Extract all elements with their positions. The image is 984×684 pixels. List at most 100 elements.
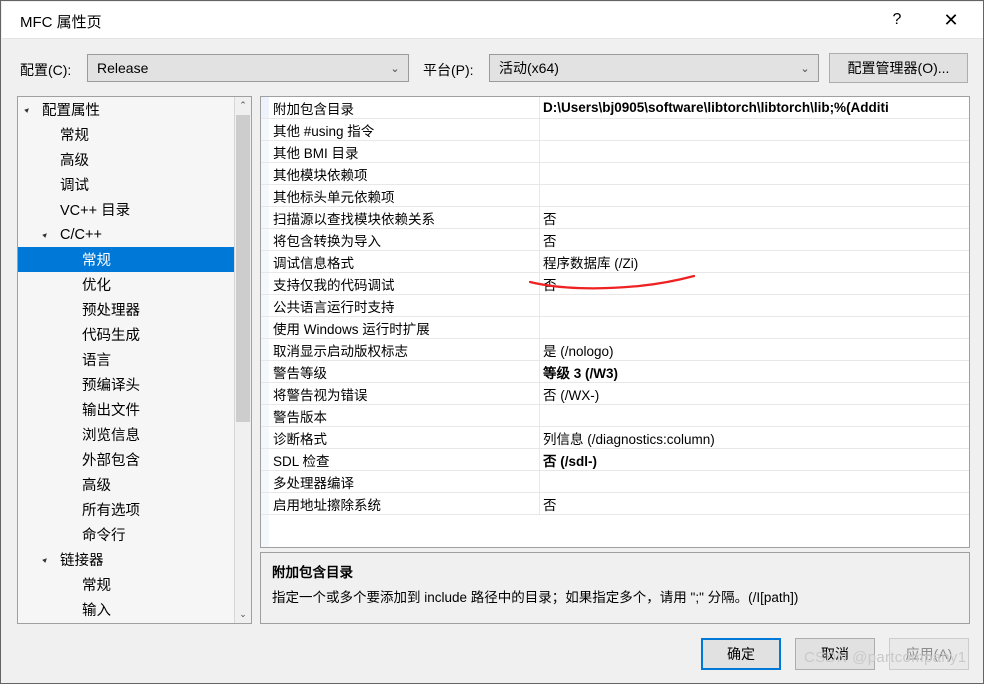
property-row[interactable]: 调试信息格式 程序数据库 (/Zi)	[261, 251, 969, 273]
property-name: 将包含转换为导入	[273, 233, 381, 249]
property-row[interactable]: 将包含转换为导入 否	[261, 229, 969, 251]
property-value[interactable]: 程序数据库 (/Zi)	[543, 252, 963, 272]
property-row[interactable]: 警告版本	[261, 405, 969, 427]
apply-button: 应用(A)	[889, 638, 969, 670]
tree-item[interactable]: 输出文件	[18, 397, 236, 422]
configuration-value: Release	[97, 60, 149, 76]
tree-item[interactable]: 常规	[18, 122, 236, 147]
property-row[interactable]: SDL 检查 否 (/sdl-)	[261, 449, 969, 471]
tree-item[interactable]: ▸ 链接器	[18, 547, 236, 572]
tree-item[interactable]: 调试	[18, 172, 236, 197]
property-value[interactable]: 等级 3 (/W3)	[543, 362, 963, 382]
tree-item[interactable]: 常规	[18, 572, 236, 597]
property-row[interactable]: 其他 BMI 目录	[261, 141, 969, 163]
configuration-select[interactable]: Release ⌄	[87, 54, 409, 82]
property-row[interactable]: 附加包含目录 D:\Users\bj0905\software\libtorch\…	[261, 97, 969, 119]
property-row[interactable]: 扫描源以查找模块依赖关系 否	[261, 207, 969, 229]
property-value[interactable]: 是 (/nologo)	[543, 340, 963, 360]
column-divider	[539, 471, 540, 492]
property-row[interactable]: 警告等级 等级 3 (/W3)	[261, 361, 969, 383]
column-divider	[539, 141, 540, 162]
cancel-button[interactable]: 取消	[795, 638, 875, 670]
tree-item[interactable]: 清单文件	[18, 622, 236, 623]
scroll-down-icon[interactable]: ⌄	[235, 606, 251, 623]
property-value[interactable]: 否 (/WX-)	[543, 384, 963, 404]
tree-item[interactable]: 外部包含	[18, 447, 236, 472]
tree-item[interactable]: 常规	[18, 247, 236, 272]
property-name: 将警告视为错误	[273, 387, 368, 403]
property-value[interactable]: 否	[543, 230, 963, 250]
property-row[interactable]: 其他 #using 指令	[261, 119, 969, 141]
property-value[interactable]: 否	[543, 208, 963, 228]
ok-button[interactable]: 确定	[701, 638, 781, 670]
tree-item-label: 代码生成	[82, 328, 140, 344]
property-row[interactable]: 使用 Windows 运行时扩展	[261, 317, 969, 339]
tree-expander-icon[interactable]: ▸	[40, 229, 50, 239]
column-divider	[539, 361, 540, 382]
property-name: 公共语言运行时支持	[273, 299, 395, 315]
tree-expander-icon[interactable]: ▸	[22, 104, 32, 114]
property-row[interactable]: 公共语言运行时支持	[261, 295, 969, 317]
close-icon[interactable]: ✕	[928, 3, 974, 37]
tree-item-label: 语言	[82, 353, 111, 369]
property-name: 警告版本	[273, 409, 327, 425]
property-row[interactable]: 取消显示启动版权标志 是 (/nologo)	[261, 339, 969, 361]
property-row[interactable]: 将警告视为错误 否 (/WX-)	[261, 383, 969, 405]
column-divider	[539, 383, 540, 404]
property-row[interactable]: 其他标头单元依赖项	[261, 185, 969, 207]
column-divider	[539, 119, 540, 140]
tree-item[interactable]: 高级	[18, 147, 236, 172]
tree-item[interactable]: 预处理器	[18, 297, 236, 322]
help-icon[interactable]: ?	[874, 3, 920, 37]
tree-item[interactable]: 预编译头	[18, 372, 236, 397]
tree-item[interactable]: ▸ 配置属性	[18, 97, 236, 122]
scroll-up-icon[interactable]: ⌃	[235, 97, 251, 114]
tree-item[interactable]: 命令行	[18, 522, 236, 547]
column-divider	[539, 273, 540, 294]
scrollbar-thumb[interactable]	[236, 115, 250, 422]
property-grid-rows: 附加包含目录 D:\Users\bj0905\software\libtorch\…	[261, 97, 969, 515]
property-row[interactable]: 其他模块依赖项	[261, 163, 969, 185]
platform-label: 平台(P):	[423, 62, 474, 78]
tree-item-label: 所有选项	[82, 503, 140, 519]
tree-item[interactable]: ▸ C/C++	[18, 222, 236, 247]
tree-expander-icon[interactable]: ▸	[40, 554, 50, 564]
tree-item-label: 链接器	[60, 553, 104, 569]
column-divider	[539, 97, 540, 118]
property-name: 扫描源以查找模块依赖关系	[273, 211, 435, 227]
property-row[interactable]: 诊断格式 列信息 (/diagnostics:column)	[261, 427, 969, 449]
column-divider	[539, 493, 540, 514]
page-title: MFC 属性页	[20, 14, 102, 31]
tree-item[interactable]: 代码生成	[18, 322, 236, 347]
configuration-manager-button[interactable]: 配置管理器(O)...	[829, 53, 968, 83]
column-divider	[539, 163, 540, 184]
tree-item[interactable]: 高级	[18, 472, 236, 497]
property-grid: 附加包含目录 D:\Users\bj0905\software\libtorch\…	[260, 96, 970, 548]
property-value[interactable]: D:\Users\bj0905\software\libtorch\libtor…	[543, 100, 963, 115]
tree-item[interactable]: 浏览信息	[18, 422, 236, 447]
tree-item[interactable]: 优化	[18, 272, 236, 297]
tree-item-label: 常规	[82, 578, 111, 594]
tree-item[interactable]: 所有选项	[18, 497, 236, 522]
property-value[interactable]: 列信息 (/diagnostics:column)	[543, 428, 963, 448]
property-name: 启用地址擦除系统	[273, 497, 381, 513]
property-value[interactable]: 否	[543, 494, 963, 514]
property-value[interactable]: 否 (/sdl-)	[543, 450, 963, 470]
property-name: 调试信息格式	[273, 255, 354, 271]
tree-item-label: 外部包含	[82, 453, 140, 469]
property-row[interactable]: 多处理器编译	[261, 471, 969, 493]
tree-item[interactable]: 输入	[18, 597, 236, 622]
column-divider	[539, 229, 540, 250]
tree-scrollbar[interactable]: ⌃ ⌄	[234, 97, 251, 623]
property-tree-panel: ▸ 配置属性 常规 高级 调试 VC++ 目录 ▸ C/C++ 常规 优化 预处理器 代码生成 语言 预编…	[17, 96, 252, 624]
tree-item-label: 常规	[60, 128, 89, 144]
title-bar: MFC 属性页 ? ✕	[2, 2, 983, 39]
property-name: 其他标头单元依赖项	[273, 189, 395, 205]
property-row[interactable]: 启用地址擦除系统 否	[261, 493, 969, 515]
tree-item-label: 输出文件	[82, 403, 140, 419]
tree-item[interactable]: VC++ 目录	[18, 197, 236, 222]
platform-select[interactable]: 活动(x64) ⌄	[489, 54, 819, 82]
property-value[interactable]: 否	[543, 274, 963, 294]
property-row[interactable]: 支持仅我的代码调试 否	[261, 273, 969, 295]
tree-item[interactable]: 语言	[18, 347, 236, 372]
